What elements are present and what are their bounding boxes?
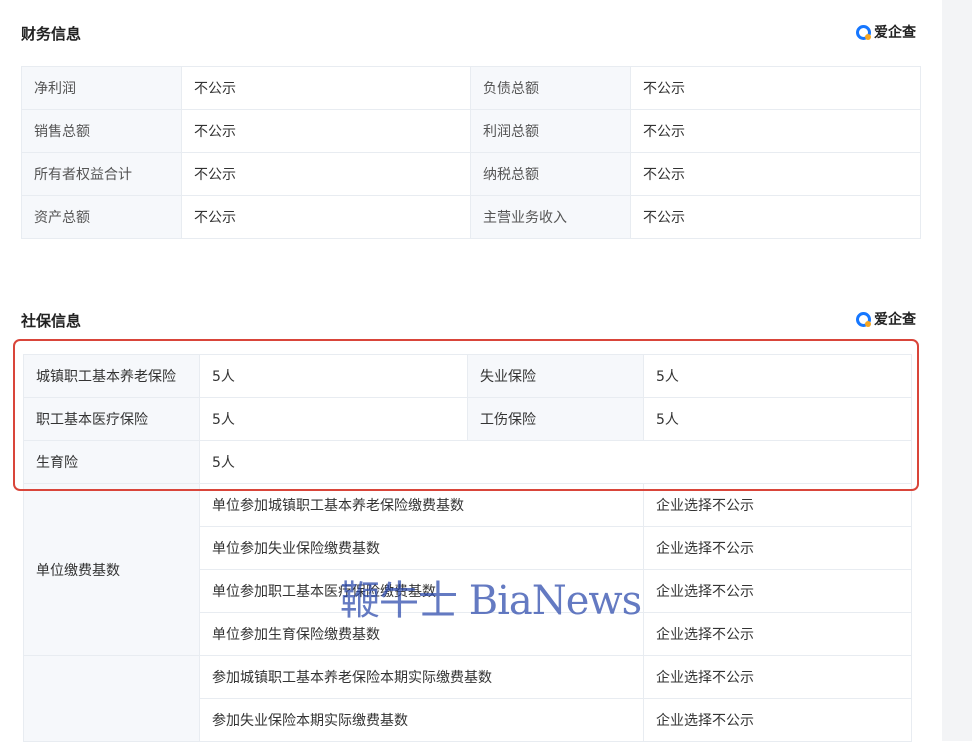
- group-item-value: 企业选择不公示: [643, 569, 912, 613]
- finance-key-cell: 主营业务收入: [470, 195, 631, 239]
- group-item-value: 企业选择不公示: [643, 698, 912, 742]
- aiqicha-logo-icon: [856, 311, 871, 327]
- group-item-value: 企业选择不公示: [643, 612, 912, 656]
- finance-value-cell: 不公示: [181, 66, 471, 110]
- finance-key-cell: 负债总额: [470, 66, 631, 110]
- brand-label: 爱企查: [874, 312, 916, 328]
- finance-key-cell: 净利润: [21, 66, 182, 110]
- finance-key-cell: 纳税总额: [470, 152, 631, 196]
- finance-value-cell: 不公示: [181, 152, 471, 196]
- finance-key-cell: 销售总额: [21, 109, 182, 153]
- group-item-value: 企业选择不公示: [643, 526, 912, 570]
- aiqicha-logo-icon: [856, 24, 871, 40]
- table-row: 销售总额 不公示 利润总额 不公示: [21, 109, 921, 153]
- finance-value-cell: 不公示: [181, 195, 471, 239]
- watermark: 鞭牛士 BiaNews: [340, 578, 642, 624]
- brand-label: 爱企查: [874, 25, 916, 41]
- finance-section-title: 财务信息: [21, 25, 82, 43]
- group-item-label: 单位参加失业保险缴费基数: [199, 526, 644, 570]
- group-label-cell: [23, 655, 200, 742]
- highlight-annotation-box: [13, 339, 919, 491]
- finance-key-cell: 资产总额: [21, 195, 182, 239]
- group-item-label: 参加城镇职工基本养老保险本期实际缴费基数: [199, 655, 644, 699]
- finance-table: 净利润 不公示 负债总额 不公示 销售总额 不公示 利润总额 不公示 所有者权益…: [21, 66, 921, 239]
- right-gutter: [942, 0, 972, 741]
- finance-value-cell: 不公示: [630, 66, 921, 110]
- finance-brand-logo[interactable]: 爱企查: [856, 22, 916, 42]
- finance-value-cell: 不公示: [630, 152, 921, 196]
- social-brand-logo[interactable]: 爱企查: [856, 309, 916, 329]
- group-item-value: 企业选择不公示: [643, 655, 912, 699]
- table-row: 所有者权益合计 不公示 纳税总额 不公示: [21, 152, 921, 196]
- finance-value-cell: 不公示: [630, 109, 921, 153]
- group-label-cell: 单位缴费基数: [23, 483, 200, 656]
- social-section-title: 社保信息: [21, 312, 82, 330]
- finance-key-cell: 利润总额: [470, 109, 631, 153]
- finance-key-cell: 所有者权益合计: [21, 152, 182, 196]
- finance-value-cell: 不公示: [181, 109, 471, 153]
- table-row: 资产总额 不公示 主营业务收入 不公示: [21, 195, 921, 239]
- group-item-label: 参加失业保险本期实际缴费基数: [199, 698, 644, 742]
- finance-value-cell: 不公示: [630, 195, 921, 239]
- table-row: 净利润 不公示 负债总额 不公示: [21, 66, 921, 110]
- table-row: 参加城镇职工基本养老保险本期实际缴费基数 企业选择不公示: [23, 655, 912, 742]
